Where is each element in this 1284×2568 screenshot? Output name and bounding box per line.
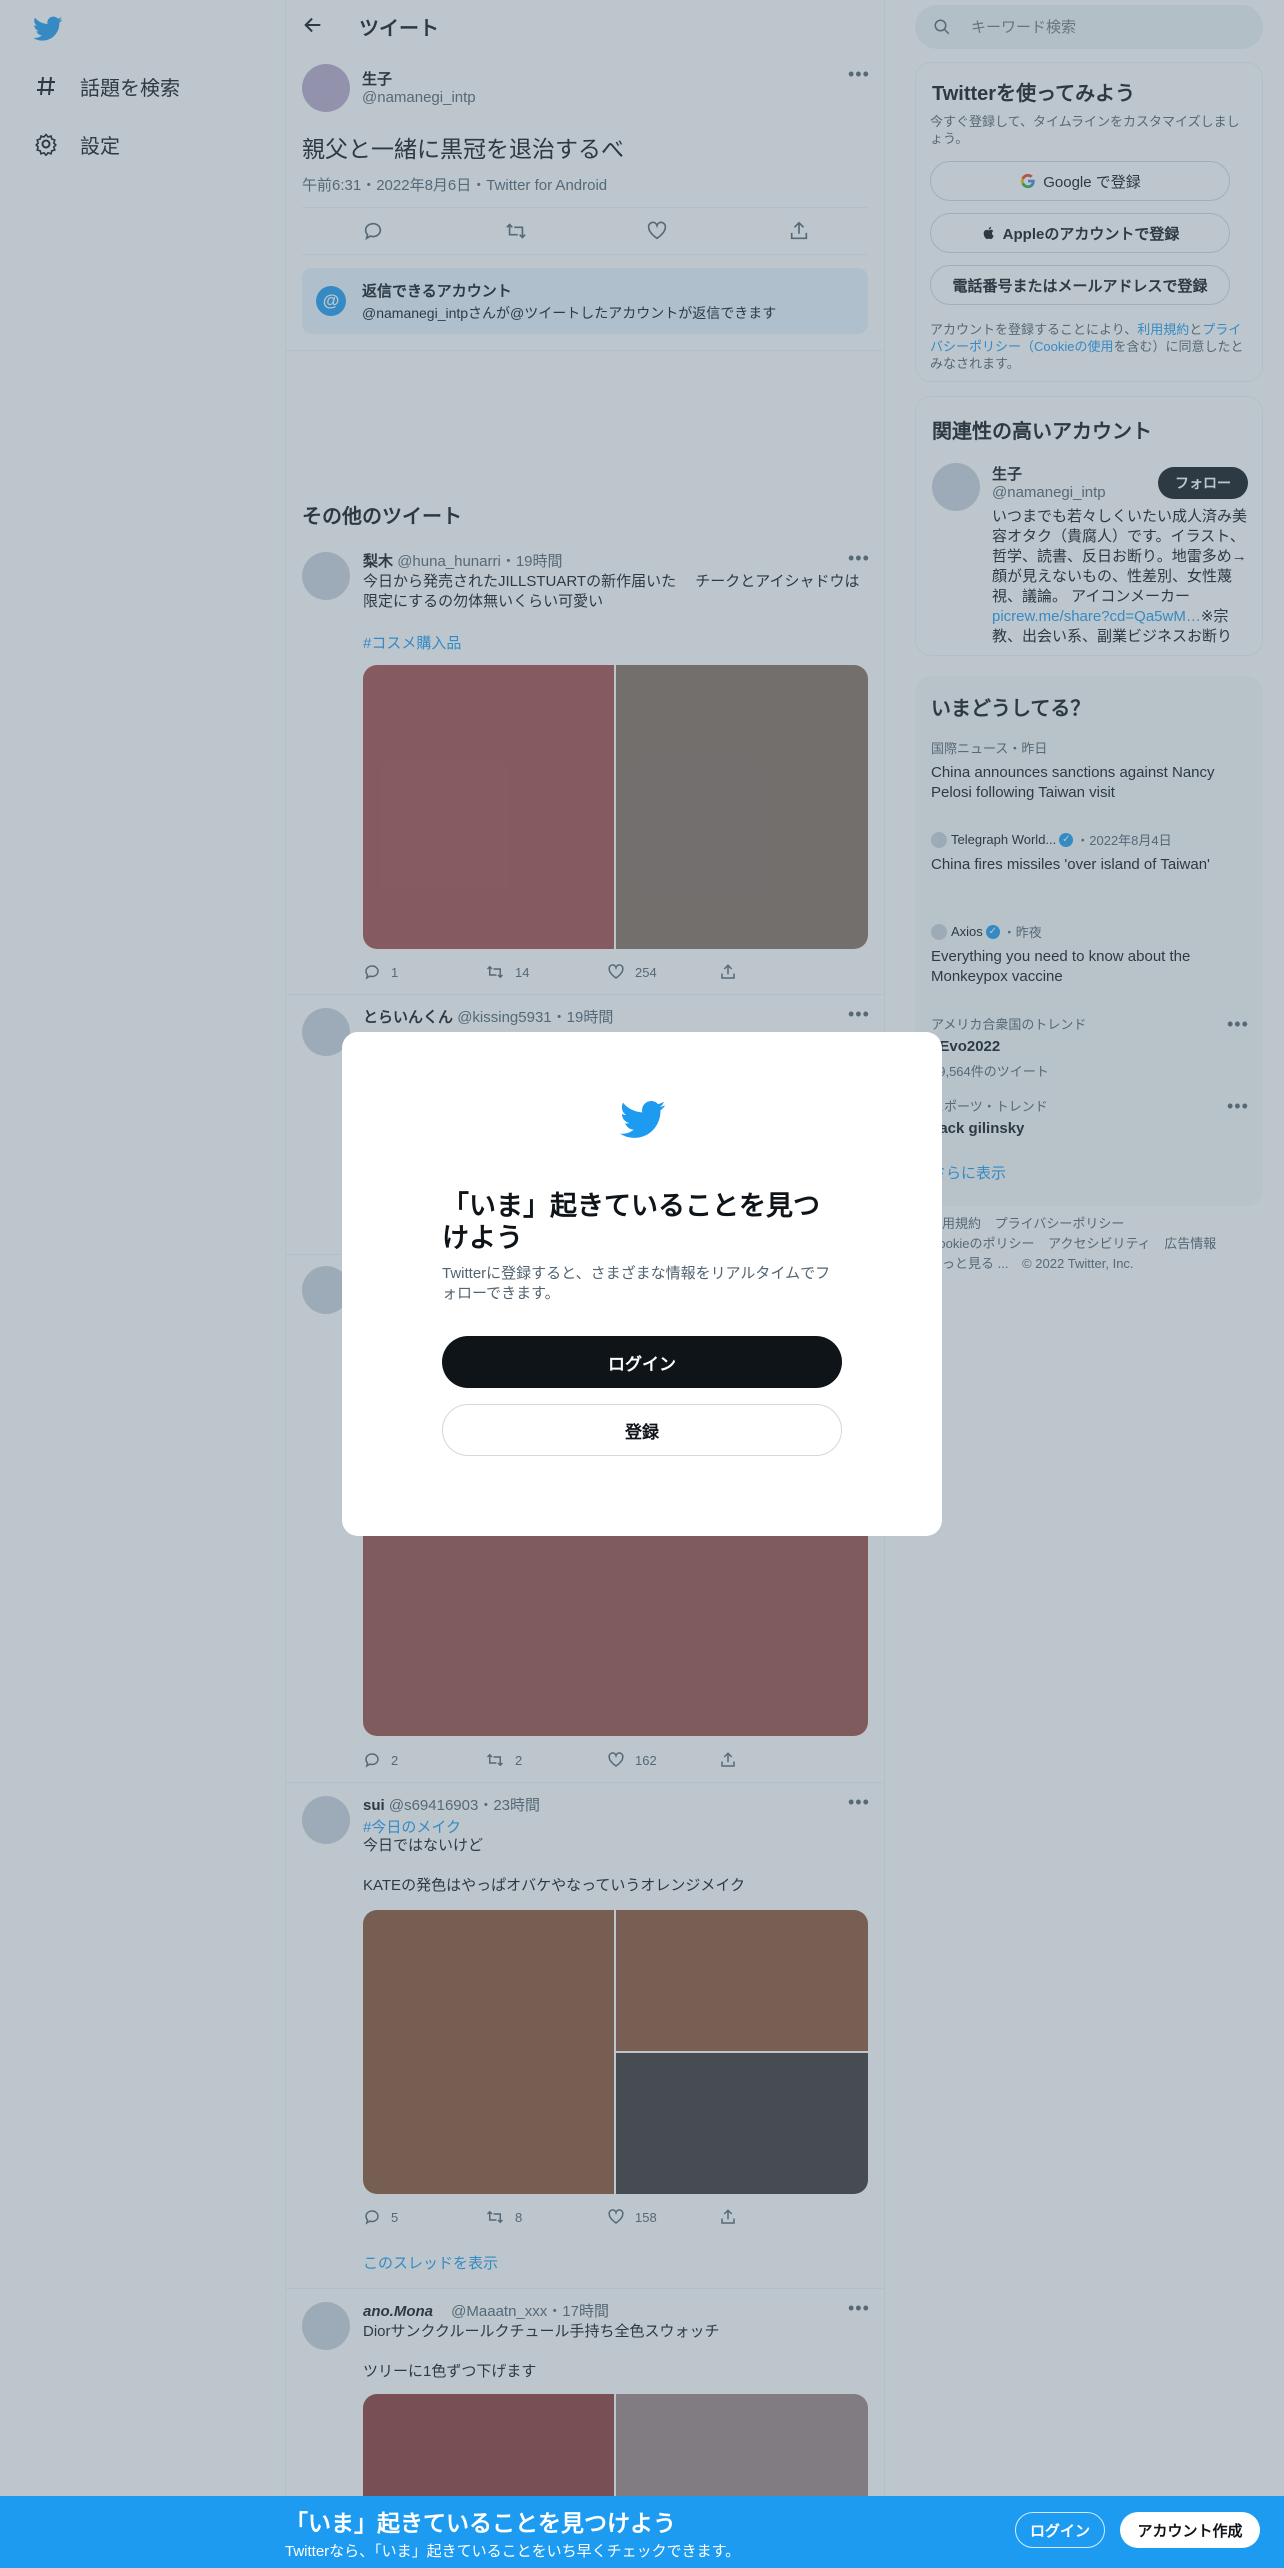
bottom-login-button[interactable]: ログイン xyxy=(1015,2512,1105,2548)
bottom-signup-bar: 「いま」起きていることを見つけよう Twitterなら、「いま」起きていることを… xyxy=(0,2496,1284,2568)
bottom-signup-button[interactable]: アカウント作成 xyxy=(1120,2512,1260,2548)
signup-button[interactable]: 登録 xyxy=(442,1404,842,1456)
bottom-bar-title: 「いま」起きていることを見つけよう xyxy=(285,2510,676,2536)
bottom-bar-subtitle: Twitterなら、「いま」起きていることをいち早くチェックできます。 xyxy=(285,2543,741,2560)
signup-modal: 「いま」起きていることを見つけよう Twitterに登録すると、さまざまな情報を… xyxy=(342,1032,942,1536)
modal-subtitle: Twitterに登録すると、さまざまな情報をリアルタイムでフォローできます。 xyxy=(442,1265,831,1302)
modal-title: 「いま」起きていることを見つけよう xyxy=(442,1191,820,1253)
twitter-logo-icon xyxy=(620,1100,666,1145)
login-button[interactable]: ログイン xyxy=(442,1336,842,1388)
